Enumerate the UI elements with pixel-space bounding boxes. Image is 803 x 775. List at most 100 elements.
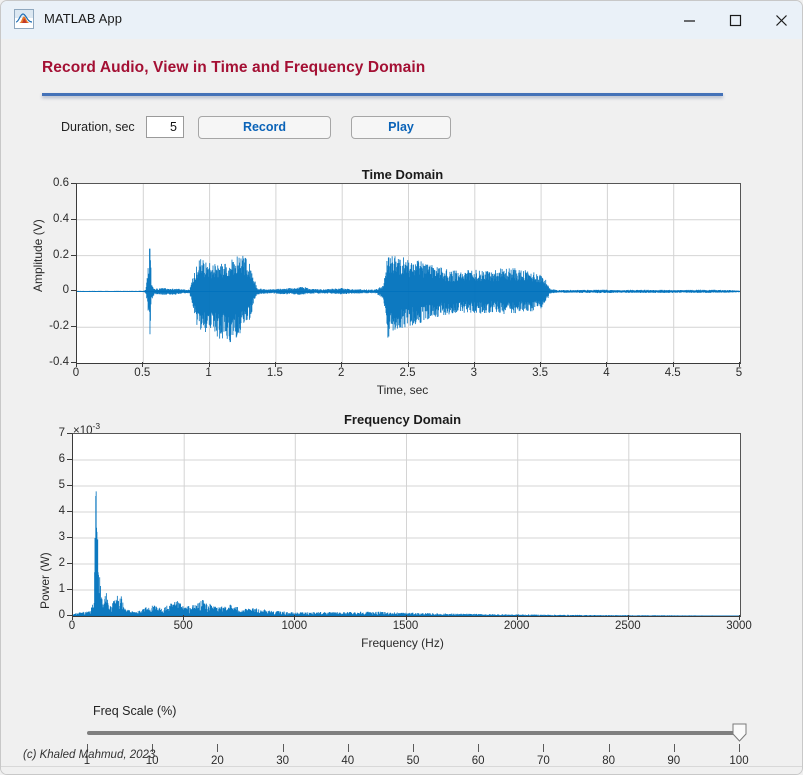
frequency-domain-xtickmark — [405, 615, 407, 620]
slider-tick — [739, 744, 740, 752]
time-domain-ytick: 0 — [62, 284, 69, 297]
time-domain-xtickmark — [739, 362, 740, 367]
time-domain-xtickmark — [76, 362, 77, 367]
frequency-domain-title: Frequency Domain — [343, 412, 462, 427]
window-title: MATLAB App — [44, 11, 123, 26]
frequency-domain-xtick: 2500 — [615, 620, 641, 632]
frequency-domain-ytickmark — [67, 589, 72, 590]
time-domain-ytickmark — [71, 218, 76, 220]
frequency-domain-ytick: 3 — [58, 531, 65, 543]
time-domain-xtickmark — [540, 362, 542, 367]
app-window: MATLAB App Record Audio, View in Time an… — [0, 0, 803, 775]
freq-scale-slider-thumb[interactable] — [732, 723, 747, 742]
time-domain-xtickmark — [407, 362, 409, 367]
frequency-domain-ytickmark — [67, 459, 72, 460]
time-domain-xtick: 3.5 — [532, 367, 549, 379]
frequency-domain-xtickmark — [627, 615, 629, 620]
frequency-domain-xtick: 0 — [68, 620, 76, 632]
time-domain-xtick: 3 — [470, 367, 477, 379]
slider-tick — [543, 744, 545, 752]
frequency-domain-ylabel: Power (W) — [38, 552, 52, 609]
frequency-domain-xtickmark — [183, 615, 185, 620]
time-domain-ytick: -0.4 — [49, 356, 69, 368]
time-domain-xtick: 4.5 — [664, 367, 681, 379]
time-domain-ylabel: Amplitude (V) — [31, 219, 45, 292]
frequency-domain-xtickmark — [294, 615, 296, 620]
frequency-domain-ytick: 4 — [58, 505, 65, 517]
time-domain-xtick: 1 — [205, 367, 212, 379]
slider-tick — [413, 744, 414, 752]
minimize-icon[interactable] — [666, 1, 712, 39]
time-domain-xtick: 2.5 — [399, 367, 416, 379]
credit-text: (c) Khaled Mahmud, 2023 — [23, 749, 156, 761]
time-domain-ytick: 0.6 — [53, 177, 69, 189]
time-domain-ytick: 0.2 — [53, 248, 69, 261]
duration-label: Duration, sec — [61, 120, 135, 134]
frequency-domain-xtick: 2000 — [503, 620, 530, 632]
frequency-domain-ytickmark — [67, 615, 72, 616]
slider-tick — [282, 744, 284, 752]
time-domain-xlabel: Time, sec — [376, 383, 429, 397]
frequency-domain-xtick: 1500 — [392, 620, 419, 632]
frequency-domain-plot[interactable] — [72, 433, 741, 617]
frequency-domain-ytick: 6 — [58, 453, 65, 465]
time-domain-xtickmark — [142, 362, 144, 367]
record-button[interactable]: Record — [198, 116, 331, 139]
frequency-domain-xtickmark — [72, 615, 73, 620]
play-button[interactable]: Play — [351, 116, 451, 139]
time-domain-plot[interactable] — [76, 183, 741, 364]
frequency-domain-xtickmark — [516, 615, 518, 620]
time-domain-xtickmark — [274, 362, 276, 367]
duration-input[interactable] — [146, 116, 184, 138]
frequency-domain-xtickmark — [739, 615, 740, 620]
close-icon[interactable] — [758, 1, 802, 39]
time-domain-title: Time Domain — [361, 167, 444, 182]
frequency-domain-xtick: 500 — [173, 620, 193, 632]
time-domain-ytickmark — [71, 183, 76, 184]
slider-tick — [347, 744, 349, 752]
footer-divider — [1, 766, 802, 767]
slider-tick — [608, 744, 610, 752]
slider-tick — [673, 744, 675, 752]
title-bar: MATLAB App — [1, 1, 802, 39]
frequency-domain-ytick: 7 — [58, 427, 65, 439]
freq-scale-label: Freq Scale (%) — [93, 704, 177, 718]
time-domain-xtick: 0 — [72, 367, 80, 379]
app-content: Record Audio, View in Time and Frequency… — [1, 39, 802, 774]
time-domain-ytick: 0.4 — [53, 212, 69, 225]
frequency-domain-xlabel: Frequency (Hz) — [361, 636, 444, 650]
time-domain-xtickmark — [672, 362, 674, 367]
title-divider — [42, 93, 723, 96]
time-domain-xtickmark — [208, 362, 210, 367]
frequency-domain-ytick: 5 — [58, 479, 65, 491]
frequency-domain-ytickmark — [67, 537, 72, 538]
time-domain-ytickmark — [71, 326, 76, 328]
freq-scale-slider-track[interactable] — [87, 731, 739, 735]
slider-tick — [217, 744, 219, 752]
frequency-domain-ytickmark — [67, 433, 72, 434]
frequency-domain-ytick: 1 — [58, 583, 65, 595]
slider-tick — [478, 744, 480, 752]
time-domain-xtick: 4 — [603, 367, 610, 379]
time-domain-ytickmark — [71, 254, 76, 256]
time-domain-xtickmark — [473, 362, 475, 367]
time-domain-ytick: -0.2 — [49, 320, 69, 333]
time-domain-xtick: 2 — [337, 367, 345, 379]
frequency-domain-ytick: 2 — [58, 557, 65, 569]
page-title: Record Audio, View in Time and Frequency… — [42, 59, 426, 76]
time-domain-xtick: 5 — [735, 367, 743, 379]
frequency-domain-ytickmark — [67, 485, 72, 486]
time-domain-xtick: 0.5 — [134, 367, 151, 379]
time-domain-ytickmark — [71, 290, 76, 292]
time-domain-xtick: 1.5 — [266, 367, 283, 379]
frequency-domain-ytickmark — [67, 563, 72, 564]
time-domain-ytickmark — [71, 362, 76, 363]
matlab-membrane-icon — [14, 9, 34, 29]
frequency-domain-xtick: 3000 — [726, 620, 752, 632]
maximize-icon[interactable] — [712, 1, 758, 39]
frequency-domain-ytick: 0 — [58, 609, 65, 621]
time-domain-xtickmark — [606, 362, 608, 367]
time-domain-xtickmark — [341, 362, 343, 367]
frequency-domain-ytickmark — [67, 511, 72, 512]
frequency-domain-xtick: 1000 — [281, 620, 308, 632]
